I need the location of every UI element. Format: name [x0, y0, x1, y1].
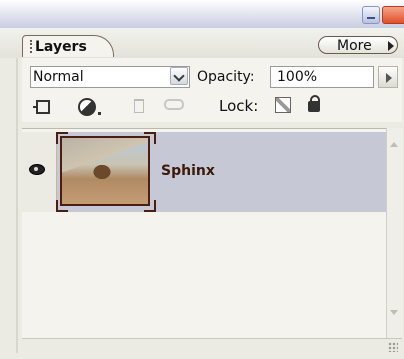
grip-icon	[30, 40, 38, 53]
more-arrow-icon	[388, 41, 394, 51]
lock-all-icon[interactable]	[308, 95, 320, 112]
scrollbar[interactable]	[386, 128, 403, 338]
opacity-label: Opacity:	[197, 69, 255, 85]
thumb-corner	[56, 200, 68, 212]
layer-mask-icon[interactable]	[78, 98, 96, 116]
thumb-corner	[144, 132, 156, 144]
thumb-corner	[56, 132, 68, 144]
more-button[interactable]: More	[318, 36, 398, 54]
link-icon[interactable]	[164, 99, 184, 110]
lock-label: Lock:	[219, 97, 259, 115]
trash-icon[interactable]	[134, 99, 144, 113]
thumb-corner	[144, 200, 156, 212]
layers-palette: Layers More Normal Opacity: 100% Lock: S…	[0, 0, 404, 359]
more-label: More	[337, 38, 372, 54]
lock-transparency-icon[interactable]	[275, 97, 291, 113]
divider	[16, 58, 18, 353]
resize-grip-icon[interactable]	[388, 342, 398, 352]
scroll-down-icon[interactable]	[390, 310, 398, 315]
opacity-slider-button[interactable]	[378, 66, 398, 88]
opacity-input[interactable]: 100%	[270, 66, 374, 88]
opacity-value: 100%	[277, 69, 318, 85]
layer-thumbnail	[60, 136, 150, 206]
close-button[interactable]	[382, 6, 404, 24]
mask-menu-dot	[98, 112, 101, 115]
dropdown-arrow-icon[interactable]	[170, 67, 188, 85]
blend-mode-value: Normal	[33, 69, 84, 85]
layer-name: Sphinx	[161, 163, 215, 179]
tab-layers-label: Layers	[35, 39, 87, 55]
palette-titlebar	[0, 0, 404, 28]
preserve-transparency-icon[interactable]	[33, 100, 50, 114]
bottom-bar	[22, 338, 402, 353]
blend-mode-select[interactable]: Normal	[30, 66, 190, 88]
scroll-up-icon[interactable]	[390, 142, 398, 147]
minimize-button[interactable]	[362, 6, 380, 24]
eye-icon[interactable]	[29, 164, 45, 175]
